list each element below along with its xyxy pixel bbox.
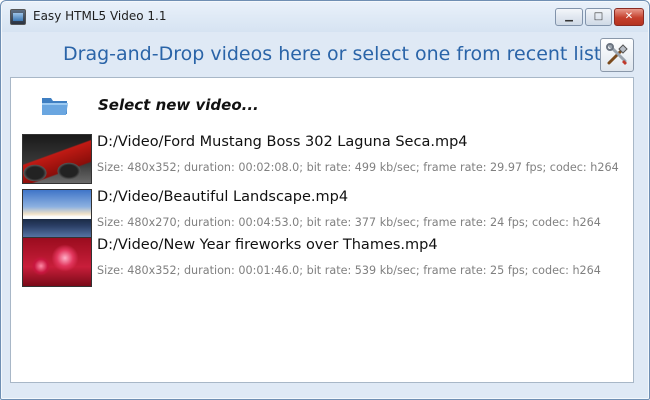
video-path: D:/Video/Ford Mustang Boss 302 Laguna Se… [97,134,468,150]
video-path: D:/Video/New Year fireworks over Thames.… [97,237,438,253]
select-new-video-button[interactable]: Select new video... [41,92,441,118]
film-icon [10,9,26,25]
recent-video-item[interactable]: D:/Video/New Year fireworks over Thames.… [22,237,632,287]
title-bar[interactable]: Easy HTML5 Video 1.1 ▁ □ ✕ [2,2,648,32]
video-details: Size: 480x352; duration: 00:02:08.0; bit… [97,161,619,174]
settings-button[interactable] [600,38,634,72]
recent-video-item[interactable]: D:/Video/Beautiful Landscape.mp4 Size: 4… [22,189,632,239]
maximize-button[interactable]: □ [585,8,612,26]
select-new-video-label: Select new video... [98,96,259,114]
video-details: Size: 480x352; duration: 00:01:46.0; bit… [97,264,601,277]
video-thumbnail [22,237,92,287]
close-button[interactable]: ✕ [614,8,644,26]
app-window: Easy HTML5 Video 1.1 ▁ □ ✕ Drag-and-Drop… [0,0,650,400]
video-thumbnail [22,134,92,184]
drop-instruction: Drag-and-Drop videos here or select one … [63,43,602,65]
folder-icon [42,98,68,115]
video-path: D:/Video/Beautiful Landscape.mp4 [97,189,349,205]
minimize-button[interactable]: ▁ [555,8,583,26]
tools-icon [606,43,628,65]
video-thumbnail [22,189,92,239]
video-details: Size: 480x270; duration: 00:04:53.0; bit… [97,216,601,229]
window-title: Easy HTML5 Video 1.1 [33,9,167,23]
video-list-panel[interactable]: Select new video... D:/Video/Ford Mustan… [10,77,634,383]
recent-video-item[interactable]: D:/Video/Ford Mustang Boss 302 Laguna Se… [22,134,632,184]
